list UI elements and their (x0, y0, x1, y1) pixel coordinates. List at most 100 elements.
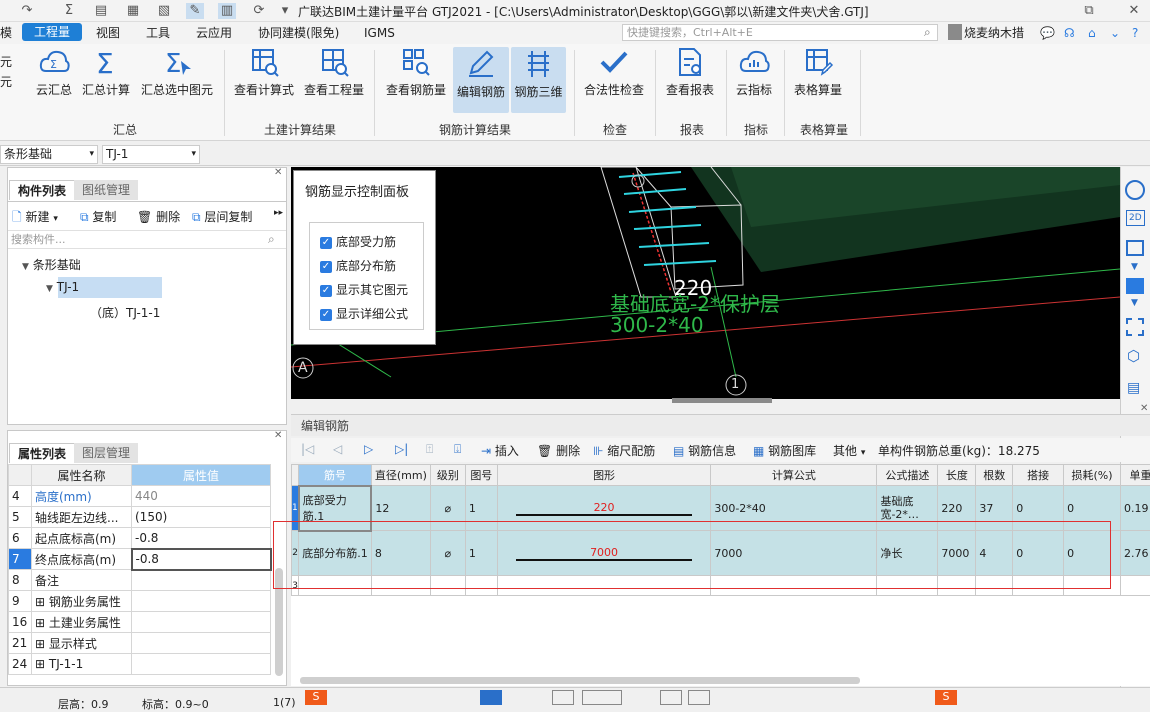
tree-node-tj1[interactable]: ▼ TJ-1 (46, 280, 79, 294)
last-icon[interactable]: ▷| (395, 442, 408, 456)
menu-item-cloud[interactable]: 云应用 (196, 24, 232, 42)
search-icon[interactable]: ⌕ (924, 25, 931, 40)
summary-selected-button[interactable]: Σ 汇总选中图元 (139, 47, 215, 98)
chevron-down-icon[interactable]: ▼ (1131, 298, 1138, 308)
expand-icon[interactable]: ⊞ (35, 595, 45, 609)
new-button[interactable]: 🗋 新建 ▾ (12, 208, 58, 229)
redo-icon[interactable]: ↷ (18, 3, 36, 19)
rebar-3d-button[interactable]: 钢筋三维 (511, 47, 566, 113)
sigma-icon[interactable]: Σ (60, 3, 78, 19)
mode-select[interactable] (582, 690, 622, 705)
tree-node-root[interactable]: ▼ 条形基础 (22, 256, 81, 273)
close-icon[interactable]: ✕ (274, 430, 282, 441)
copy-button[interactable]: ⧉ 复制 (80, 208, 116, 225)
menu-item-cut[interactable]: 模 (0, 24, 12, 42)
checkbox-bottom-dist[interactable]: ✓底部分布筋 (320, 257, 396, 274)
restore-icon[interactable]: ⧉ (1080, 3, 1098, 19)
user-name[interactable]: 烧麦纳木措 (964, 24, 1024, 42)
more-icon[interactable]: ▸▸ (274, 208, 283, 218)
osnap-icon[interactable] (688, 690, 710, 705)
floor-copy-button[interactable]: ⧉ 层间复制 (192, 208, 252, 225)
cube-icon[interactable] (1126, 240, 1144, 256)
view-report-button[interactable]: 查看报表 (662, 47, 718, 98)
prop-row[interactable]: 5轴线距左边线...(150) (9, 507, 271, 528)
cloud-index-button[interactable]: 云指标 (732, 47, 776, 98)
ime-tray-icon[interactable]: S (935, 690, 957, 705)
2d-view-icon[interactable]: 2D (1126, 210, 1145, 226)
editor-delete-button[interactable]: 🗑 删除 (537, 442, 580, 459)
edit-rebar-button[interactable]: 编辑钢筋 (453, 47, 509, 113)
tree-node-tj1-1[interactable]: （底）TJ-1-1 (90, 304, 160, 321)
snap-icon[interactable] (552, 690, 574, 705)
close-icon[interactable]: ✕ (274, 167, 282, 178)
chevron-down-icon[interactable]: ▼ (1131, 262, 1138, 272)
close-icon[interactable]: ✕ (1140, 403, 1148, 414)
prop-row[interactable]: 9⊞ 钢筋业务属性 (9, 591, 271, 612)
avatar[interactable] (948, 24, 962, 40)
rebar3d-icon[interactable]: ▥ (218, 3, 236, 19)
tab-layer-manage[interactable]: 图层管理 (74, 443, 138, 463)
zoom-extents-icon[interactable] (1126, 318, 1144, 336)
menu-item-quantity[interactable]: 工程量 (22, 23, 82, 41)
checkbox-other-elements[interactable]: ✓显示其它图元 (320, 281, 408, 298)
tshirt-icon[interactable]: ⌂ (1088, 24, 1096, 42)
prop-row[interactable]: 21⊞ 显示样式 (9, 633, 271, 654)
properties-icon[interactable]: ▤ (1127, 380, 1140, 396)
prop-row[interactable]: 24⊞ TJ-1-1 (9, 654, 271, 675)
menu-item-collab[interactable]: 协同建模(限免) (258, 24, 339, 42)
component-select[interactable]: TJ-1▾ (102, 145, 200, 164)
table-quantity-button[interactable]: 表格算量 (790, 47, 846, 98)
view-quantity-button[interactable]: 查看工程量 (302, 47, 366, 98)
type-select[interactable]: 条形基础▾ (0, 145, 98, 164)
menu-item-tools[interactable]: 工具 (146, 24, 170, 42)
expand-icon[interactable]: ⊞ (35, 616, 45, 630)
orbit-icon[interactable] (1125, 180, 1145, 200)
component-search-input[interactable]: 搜索构件... (8, 230, 286, 249)
help-icon[interactable]: ? (1132, 24, 1138, 42)
solid-cube-icon[interactable] (1126, 278, 1144, 294)
prop-row[interactable]: 16⊞ 土建业务属性 (9, 612, 271, 633)
move-down-icon[interactable]: ⍗ (454, 442, 461, 457)
summary-calc-button[interactable]: Σ 汇总计算 (80, 47, 132, 98)
insert-button[interactable]: ⇥ 插入 (481, 442, 519, 459)
checkbox-bottom-main[interactable]: ✓底部受力筋 (320, 233, 396, 250)
view-calc-icon[interactable]: ▤ (92, 3, 110, 19)
search-icon[interactable]: ⌕ (268, 232, 275, 247)
validity-check-button[interactable]: 合法性检查 (582, 47, 646, 98)
status-tool-icon[interactable] (480, 690, 502, 705)
chat-icon[interactable]: 💬 (1040, 24, 1055, 42)
dropdown-icon[interactable]: ▾ (276, 3, 294, 19)
next-icon[interactable]: ▷ (364, 442, 373, 456)
checkbox-detail-formula[interactable]: ✓显示详细公式 (320, 305, 408, 322)
close-icon[interactable]: ✕ (1125, 3, 1143, 19)
table-icon[interactable]: ▦ (124, 3, 142, 19)
menu-item-igms[interactable]: IGMS (364, 24, 395, 42)
sync-icon[interactable]: ⟳ (250, 3, 268, 19)
tab-drawing-manage[interactable]: 图纸管理 (74, 180, 138, 200)
rebar-library-button[interactable]: ▦ 钢筋图库 (753, 442, 816, 459)
prop-row-selected[interactable]: 7终点底标高(m)-0.8 (9, 549, 271, 570)
viewport-splitter[interactable] (672, 398, 772, 403)
other-menu-button[interactable]: 其他 ▾ (833, 442, 865, 459)
expand-icon[interactable]: ⊞ (35, 657, 45, 671)
grid-icon[interactable]: ▧ (155, 3, 173, 19)
ime-icon[interactable]: S (305, 690, 327, 705)
prop-row[interactable]: 8备注 (9, 570, 271, 591)
rotate-cube-icon[interactable]: ⬡ (1127, 347, 1140, 365)
prev-icon[interactable]: ◁ (333, 442, 342, 456)
settings-icon[interactable]: ⌄ (1110, 24, 1120, 42)
cloud-summary-button[interactable]: Σ 云汇总 (33, 47, 75, 98)
expand-icon[interactable]: ⊞ (35, 637, 45, 651)
first-icon[interactable]: |◁ (301, 442, 314, 456)
tab-component-list[interactable]: 构件列表 (9, 180, 75, 200)
prop-row[interactable]: 6起点底标高(m)-0.8 (9, 528, 271, 549)
view-formula-button[interactable]: 查看计算式 (232, 47, 296, 98)
tab-property-list[interactable]: 属性列表 (9, 443, 75, 463)
view-rebar-button[interactable]: 查看钢筋量 (384, 47, 448, 98)
move-up-icon[interactable]: ⍐ (426, 442, 433, 457)
edit-icon[interactable]: ✎ (186, 3, 204, 19)
rebar-info-button[interactable]: ▤ 钢筋信息 (673, 442, 736, 459)
prop-row[interactable]: 4高度(mm)440 (9, 486, 271, 507)
headset-icon[interactable]: ☊ (1064, 24, 1075, 42)
delete-button[interactable]: 🗑 删除 (137, 208, 180, 225)
